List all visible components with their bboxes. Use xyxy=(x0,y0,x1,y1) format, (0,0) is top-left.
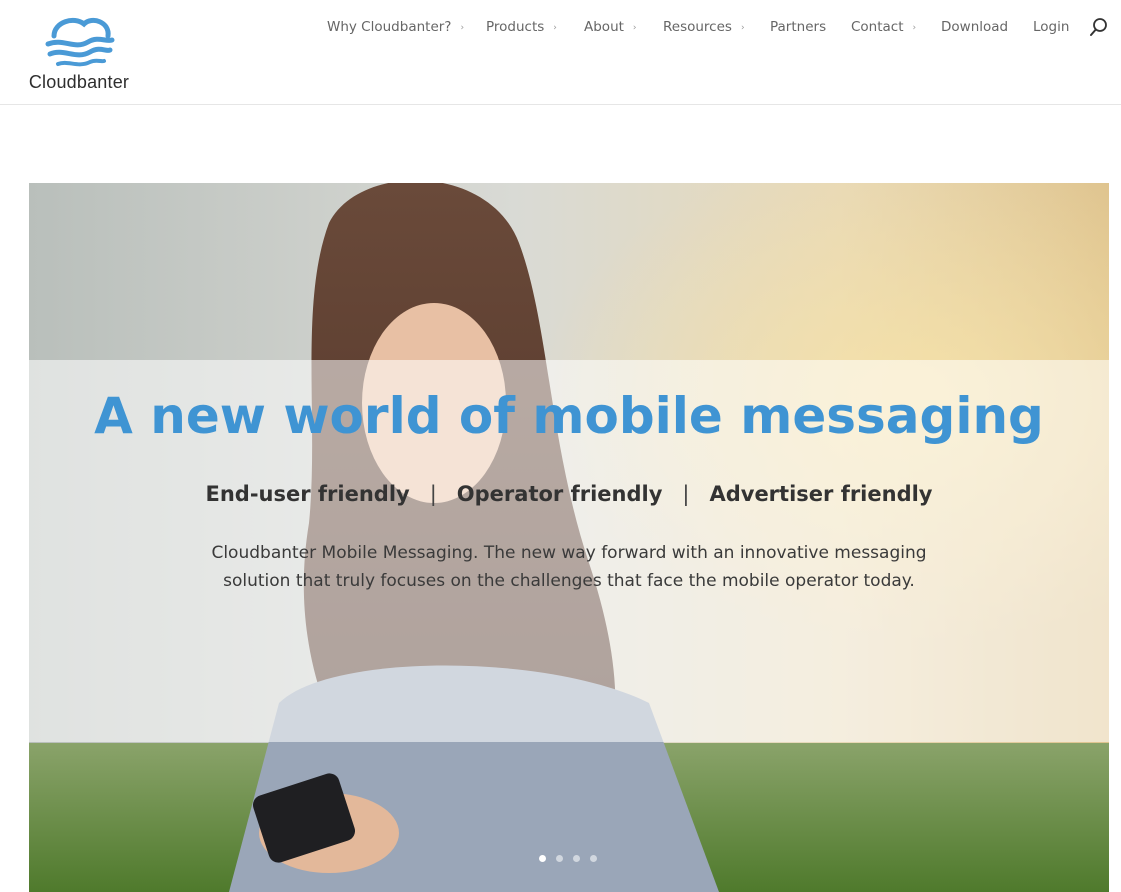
nav-item-label: Contact xyxy=(851,19,904,35)
nav-item-about[interactable]: About › xyxy=(584,16,637,40)
chevron-down-icon: › xyxy=(632,23,637,33)
hero-slider: A new world of mobile messaging End-user… xyxy=(29,183,1109,892)
nav-item-label: Partners xyxy=(770,19,827,35)
slider-dot-4[interactable] xyxy=(590,855,597,862)
nav-item-products[interactable]: Products › xyxy=(486,16,557,40)
tagline-operator: Operator friendly xyxy=(456,482,663,506)
nav-item-partners[interactable]: Partners xyxy=(770,16,826,38)
main-nav: Why Cloudbanter? › Products › About › Resou… xyxy=(0,16,1121,38)
tagline-separator: | xyxy=(429,482,437,506)
nav-item-label: About xyxy=(584,19,624,35)
slider-dot-1[interactable] xyxy=(539,855,546,862)
nav-item-why-cloudbanter[interactable]: Why Cloudbanter? › xyxy=(327,16,464,40)
hero-title: A new world of mobile messaging xyxy=(94,387,1044,445)
nav-item-contact[interactable]: Contact › xyxy=(851,16,916,40)
chevron-down-icon: › xyxy=(460,23,465,33)
nav-item-download[interactable]: Download xyxy=(941,16,1008,38)
nav-item-label: Login xyxy=(1033,19,1070,35)
nav-item-label: Products xyxy=(486,19,545,35)
hero-description: Cloudbanter Mobile Messaging. The new wa… xyxy=(211,543,927,591)
slider-dot-3[interactable] xyxy=(573,855,580,862)
nav-item-login[interactable]: Login xyxy=(1033,16,1069,38)
tagline-separator: | xyxy=(682,482,690,506)
chevron-down-icon: › xyxy=(740,23,745,33)
tagline-advertiser: Advertiser friendly xyxy=(709,482,933,506)
logo-wordmark: Cloudbanter xyxy=(28,72,130,92)
chevron-down-icon: › xyxy=(553,23,557,33)
nav-item-label: Download xyxy=(941,19,1009,35)
nav-item-label: Resources xyxy=(663,19,732,35)
chevron-down-icon: › xyxy=(912,23,917,33)
search-icon[interactable] xyxy=(1089,17,1109,37)
site-header: Cloudbanter Why Cloudbanter? › Products › … xyxy=(0,0,1121,105)
slider-dot-2[interactable] xyxy=(556,855,563,862)
nav-item-label: Why Cloudbanter? xyxy=(327,19,452,35)
nav-item-resources[interactable]: Resources › xyxy=(663,16,745,40)
hero-taglines: End-user friendly | Operator friendly | Adve… xyxy=(29,479,1109,509)
tagline-end-user: End-user friendly xyxy=(205,482,410,506)
